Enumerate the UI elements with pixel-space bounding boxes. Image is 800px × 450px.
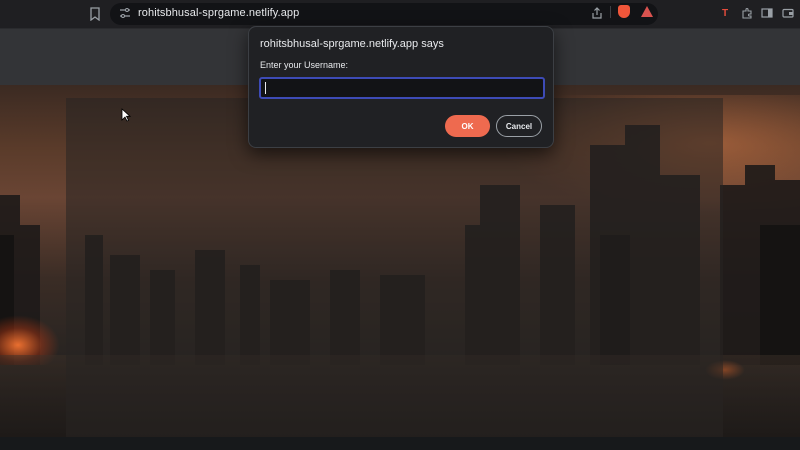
brave-shields-icon[interactable]: [618, 5, 630, 18]
prompt-dialog: rohitsbhusal-sprgame.netlify.app says En…: [248, 26, 554, 148]
text-caret: [265, 82, 266, 94]
game-overlay-panel: [66, 98, 723, 437]
share-icon[interactable]: [590, 7, 604, 21]
extension-icon[interactable]: T: [718, 7, 732, 21]
address-bar[interactable]: rohitsbhusal-sprgame.netlify.app: [110, 3, 658, 25]
brave-rewards-icon[interactable]: [641, 6, 653, 17]
toolbar-separator: [610, 6, 611, 18]
page-footer-strip: [0, 437, 800, 450]
username-input[interactable]: [259, 77, 545, 99]
dialog-title: rohitsbhusal-sprgame.netlify.app says: [260, 38, 444, 50]
wallet-icon[interactable]: [781, 7, 795, 21]
ok-button[interactable]: OK: [445, 115, 490, 137]
url-text[interactable]: rohitsbhusal-sprgame.netlify.app: [138, 7, 299, 19]
sidebar-icon[interactable]: [760, 7, 774, 21]
site-info-icon[interactable]: [118, 7, 132, 21]
bookmark-icon[interactable]: [88, 7, 102, 22]
dialog-message: Enter your Username:: [260, 60, 349, 70]
extensions-puzzle-icon[interactable]: [740, 7, 754, 21]
cancel-button[interactable]: Cancel: [496, 115, 542, 137]
browser-toolbar: rohitsbhusal-sprgame.netlify.app T: [0, 0, 800, 29]
